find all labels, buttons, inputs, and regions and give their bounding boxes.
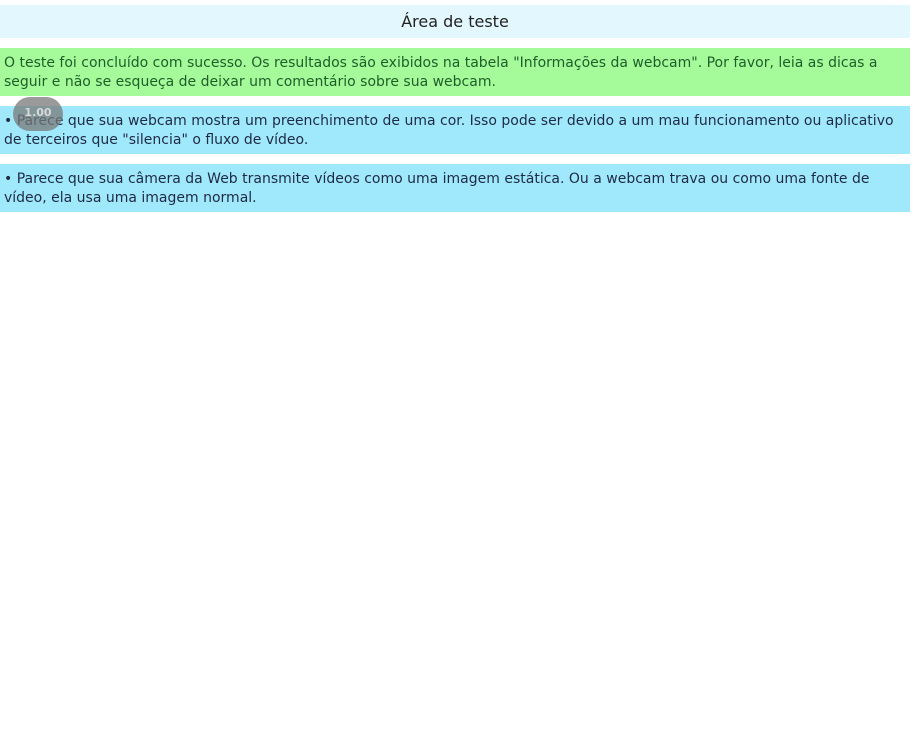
test-area-page: Área de teste O teste foi concluído com … [0, 0, 915, 741]
page-title: Área de teste [401, 12, 509, 31]
success-message: O teste foi concluído com sucesso. Os re… [0, 48, 910, 96]
tip-message-single-color: • Parece que sua webcam mostra um preenc… [0, 106, 910, 154]
zoom-level-badge: 1.00 [13, 97, 63, 131]
tip-message-static-image: • Parece que sua câmera da Web transmite… [0, 164, 910, 212]
test-area-header: Área de teste [0, 5, 910, 38]
